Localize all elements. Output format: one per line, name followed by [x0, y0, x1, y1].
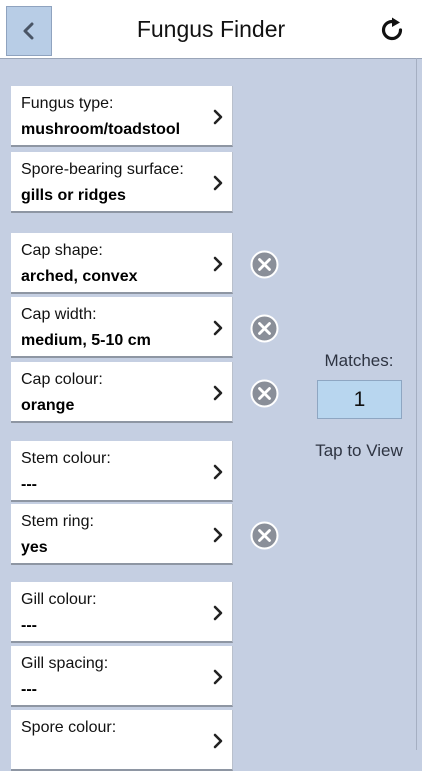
- criterion-row[interactable]: Gill spacing: ---: [11, 646, 233, 707]
- chevron-right-icon: [213, 256, 223, 272]
- matches-count: 1: [353, 387, 366, 411]
- criterion-row[interactable]: Cap colour: orange: [11, 362, 233, 423]
- chevron-right-icon: [213, 733, 223, 749]
- criterion-label: Fungus type:: [21, 95, 114, 112]
- clear-criterion-icon[interactable]: [250, 521, 279, 550]
- criterion-label: Stem ring:: [21, 513, 94, 530]
- criterion-value: yes: [21, 539, 48, 556]
- clear-criterion-icon[interactable]: [250, 379, 279, 408]
- matches-count-button[interactable]: 1: [317, 380, 402, 419]
- criterion-label: Stem colour:: [21, 450, 111, 467]
- criterion-label: Spore-bearing surface:: [21, 161, 184, 178]
- chevron-right-icon: [213, 320, 223, 336]
- criterion-row[interactable]: Spore-bearing surface: gills or ridges: [11, 152, 233, 213]
- refresh-button[interactable]: [370, 8, 414, 52]
- chevron-left-icon: [23, 22, 34, 40]
- criterion-label: Cap shape:: [21, 242, 103, 259]
- clear-criterion-icon[interactable]: [250, 250, 279, 279]
- criterion-row[interactable]: Fungus type: mushroom/toadstool: [11, 86, 233, 147]
- criterion-row[interactable]: Spore colour:: [11, 710, 233, 771]
- criterion-value: orange: [21, 397, 75, 414]
- criterion-row[interactable]: Stem ring: yes: [11, 504, 233, 565]
- criterion-row[interactable]: Cap shape: arched, convex: [11, 233, 233, 294]
- chevron-right-icon: [213, 527, 223, 543]
- criterion-label: Gill colour:: [21, 591, 97, 608]
- criterion-value: medium, 5-10 cm: [21, 332, 151, 349]
- criterion-label: Cap colour:: [21, 371, 103, 388]
- criterion-row[interactable]: Cap width: medium, 5-10 cm: [11, 297, 233, 358]
- criterion-value: ---: [21, 681, 37, 698]
- criterion-label: Cap width:: [21, 306, 97, 323]
- header-bar: Fungus Finder: [0, 0, 422, 59]
- back-button[interactable]: [6, 6, 52, 56]
- chevron-right-icon: [213, 175, 223, 191]
- chevron-right-icon: [213, 109, 223, 125]
- chevron-right-icon: [213, 605, 223, 621]
- chevron-right-icon: [213, 464, 223, 480]
- criterion-value: gills or ridges: [21, 187, 126, 204]
- refresh-icon: [381, 17, 403, 41]
- criterion-row[interactable]: Gill colour: ---: [11, 582, 233, 643]
- criterion-value: ---: [21, 476, 37, 493]
- criterion-label: Spore colour:: [21, 719, 117, 736]
- chevron-right-icon: [213, 385, 223, 401]
- criterion-value: mushroom/toadstool: [21, 121, 181, 138]
- criterion-label: Gill spacing:: [21, 655, 109, 672]
- clear-criterion-icon[interactable]: [250, 314, 279, 343]
- matches-label: Matches:: [324, 351, 394, 370]
- tap-to-view-link[interactable]: Tap to View: [300, 441, 418, 461]
- criterion-row[interactable]: Stem colour: ---: [11, 441, 233, 502]
- page-title: Fungus Finder: [136, 15, 286, 42]
- criterion-value: ---: [21, 617, 37, 634]
- criterion-value: arched, convex: [21, 268, 138, 285]
- right-divider: [416, 58, 417, 750]
- chevron-right-icon: [213, 669, 223, 685]
